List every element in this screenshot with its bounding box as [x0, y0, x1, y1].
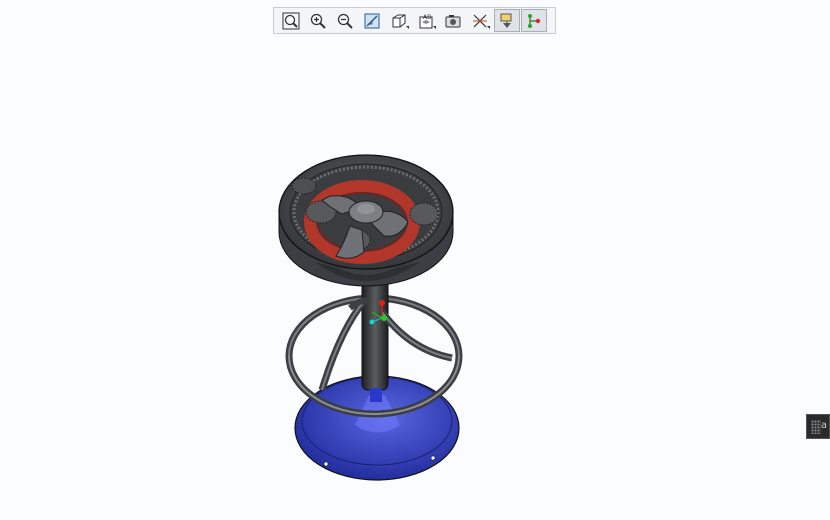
- zoom-fit-button[interactable]: [278, 9, 304, 32]
- display-style-button[interactable]: [440, 9, 466, 32]
- view-orientation-button[interactable]: [386, 9, 412, 32]
- assembly-connection-icon: [528, 13, 541, 28]
- side-panel-tab[interactable]: a: [806, 414, 830, 439]
- graphics-toolbar: AB: [273, 7, 556, 34]
- spin-center-icon: [500, 13, 512, 28]
- datum-display-button[interactable]: [467, 9, 493, 32]
- dropdown-caret-icon: [433, 26, 436, 29]
- panel-grip-icon: [811, 420, 821, 434]
- assembly-connection-button[interactable]: [521, 9, 547, 32]
- side-tab-glyph: a: [820, 420, 827, 431]
- dropdown-caret-icon: [487, 26, 490, 29]
- zoom-fit-icon: [282, 12, 300, 29]
- zoom-in-icon: [310, 13, 326, 29]
- display-style-icon: [445, 14, 461, 27]
- model-viewport[interactable]: [0, 40, 830, 520]
- repaint-icon: [364, 13, 380, 28]
- repaint-button[interactable]: [359, 9, 385, 32]
- dropdown-caret-icon: [406, 26, 409, 29]
- zoom-out-icon: [337, 13, 353, 29]
- zoom-in-button[interactable]: [305, 9, 331, 32]
- zoom-out-button[interactable]: [332, 9, 358, 32]
- svg-text:AB: AB: [423, 14, 431, 21]
- saved-views-button[interactable]: AB: [413, 9, 439, 32]
- spin-center-button[interactable]: [494, 9, 520, 32]
